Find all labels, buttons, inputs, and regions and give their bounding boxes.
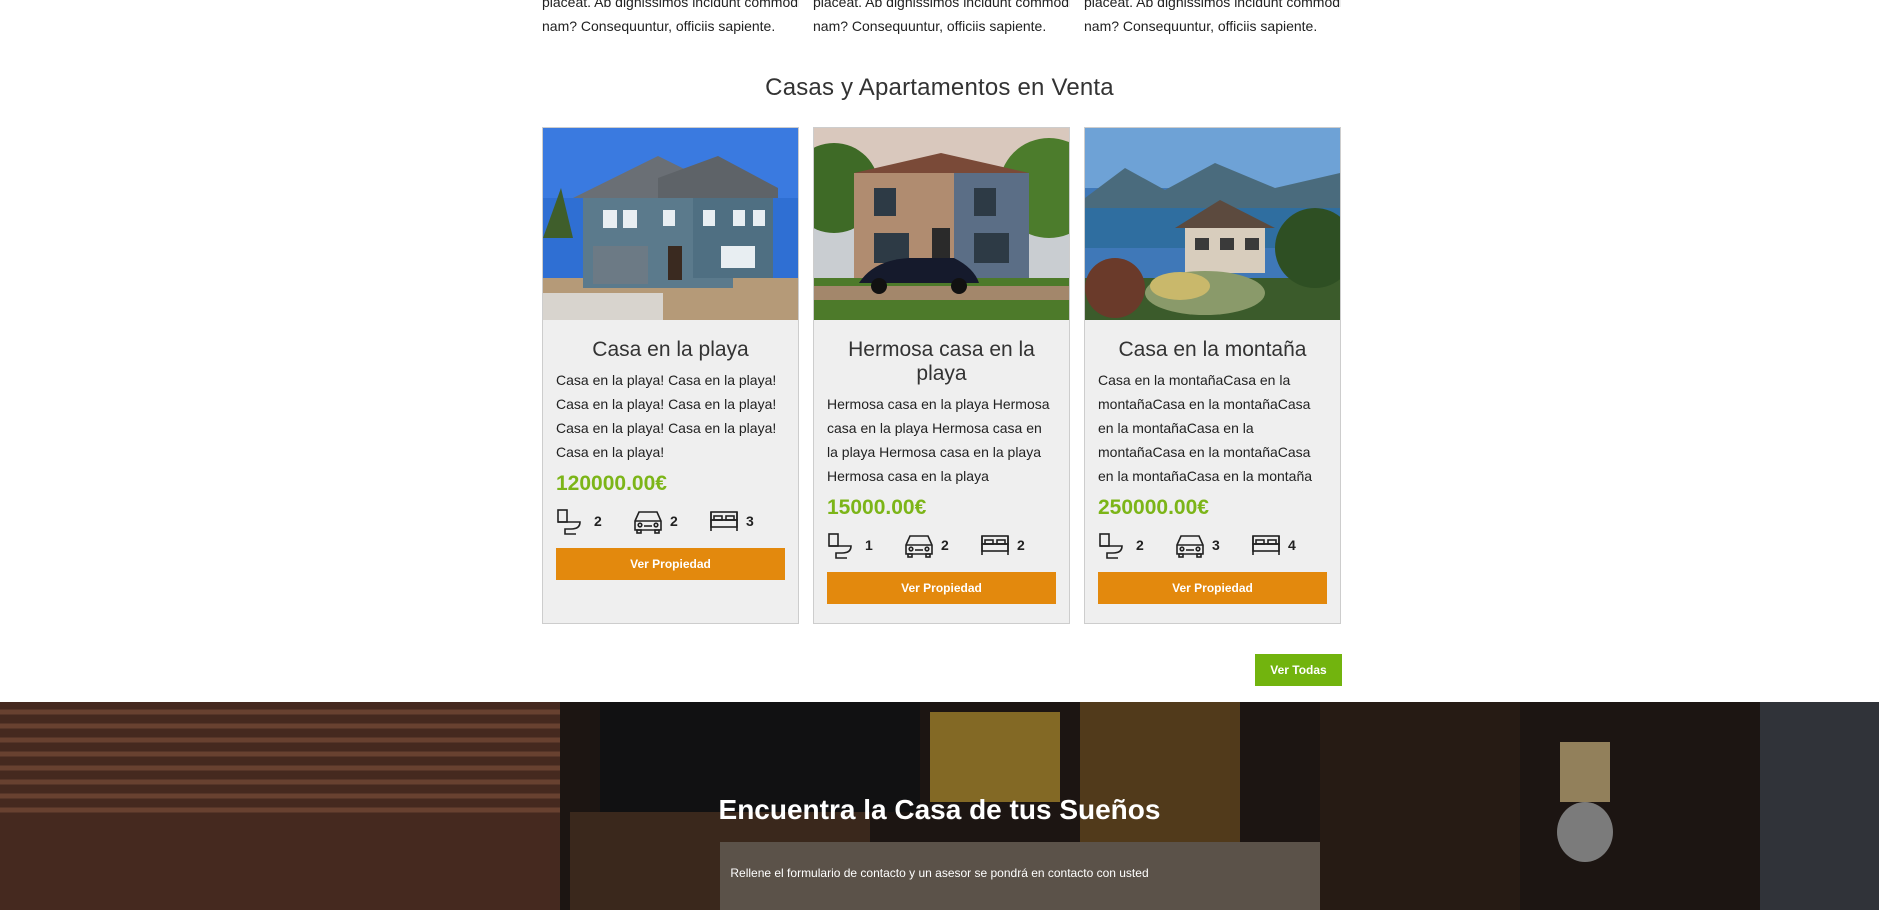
intro-text-line: placeat. Ab dignissimos incidunt commodi… xyxy=(813,0,1070,10)
section-title: Casas y Apartamentos en Venta xyxy=(765,74,1114,101)
amenity-value: 2 xyxy=(1136,537,1144,553)
property-card: Hermosa casa en la playa Hermosa casa en… xyxy=(813,127,1070,624)
amenity-bedrooms: 2 xyxy=(979,531,1055,559)
property-card: Casa en la montaña Casa en la montañaCas… xyxy=(1084,127,1341,624)
amenity-value: 2 xyxy=(1017,537,1025,553)
toilet-icon xyxy=(828,533,852,559)
amenity-bedrooms: 4 xyxy=(1250,531,1326,559)
intro-text-line: nam? Consequuntur, officiis sapiente. xyxy=(813,18,1047,34)
intro-columns: placeat. Ab dignissimos incidunt commodi… xyxy=(542,0,1342,38)
amenity-bathrooms: 2 xyxy=(556,507,632,535)
property-title: Casa en la montaña xyxy=(1118,338,1307,361)
intro-text-line: nam? Consequuntur, officiis sapiente. xyxy=(1084,18,1318,34)
property-list: Casa en la playa Casa en la playa! Casa … xyxy=(542,127,1341,624)
toilet-icon xyxy=(1099,533,1123,559)
contact-hero: Encuentra la Casa de tus Sueños Rellene … xyxy=(0,702,1879,910)
amenities: 2 3 4 xyxy=(1098,530,1327,560)
view-property-button[interactable]: Ver Propiedad xyxy=(1098,572,1327,604)
intro-column: placeat. Ab dignissimos incidunt commodi… xyxy=(813,0,1070,38)
hero-title: Encuentra la Casa de tus Sueños xyxy=(718,794,1161,825)
property-card: Casa en la playa Casa en la playa! Casa … xyxy=(542,127,799,624)
property-photo[interactable] xyxy=(1085,128,1340,320)
view-property-button[interactable]: Ver Propiedad xyxy=(556,548,785,580)
intro-text-line: nam? Consequuntur, officiis sapiente. xyxy=(542,18,776,34)
property-price: 250000.00€ xyxy=(1098,496,1209,519)
amenity-value: 2 xyxy=(594,513,602,529)
bed-icon xyxy=(710,511,738,531)
intro-text-line: placeat. Ab dignissimos incidunt commodi… xyxy=(542,0,799,10)
property-description: Hermosa casa en la playa Hermosa casa en… xyxy=(827,396,1050,484)
amenity-value: 4 xyxy=(1288,537,1296,553)
page: placeat. Ab dignissimos incidunt commodi… xyxy=(0,0,1879,910)
property-title: Hermosa casa en la playa xyxy=(848,338,1035,385)
property-description: Casa en la playa! Casa en la playa! Casa… xyxy=(556,372,777,460)
amenity-bedrooms: 3 xyxy=(708,507,784,535)
intro-text-line: placeat. Ab dignissimos incidunt commodi… xyxy=(1084,0,1341,10)
toilet-icon xyxy=(557,509,581,535)
intro-column: placeat. Ab dignissimos incidunt commodi… xyxy=(1084,0,1341,38)
property-description: Casa en la montañaCasa en la montañaCasa… xyxy=(1098,372,1313,484)
amenity-bathrooms: 2 xyxy=(1098,531,1174,559)
amenity-value: 1 xyxy=(865,537,873,553)
amenity-value: 2 xyxy=(941,537,949,553)
amenity-value: 3 xyxy=(746,513,754,529)
property-photo[interactable] xyxy=(543,128,798,320)
property-price: 15000.00€ xyxy=(827,496,927,519)
amenities: 1 2 2 xyxy=(827,530,1056,560)
bed-icon xyxy=(1252,535,1280,555)
amenity-value: 3 xyxy=(1212,537,1220,553)
view-property-button[interactable]: Ver Propiedad xyxy=(827,572,1056,604)
car-icon xyxy=(905,535,933,558)
bed-icon xyxy=(981,535,1009,555)
car-icon xyxy=(634,511,662,534)
amenity-parking: 3 xyxy=(1174,531,1250,559)
car-icon xyxy=(1176,535,1204,558)
view-all-button[interactable]: Ver Todas xyxy=(1255,654,1342,686)
hero-subtitle: Rellene el formulario de contacto y un a… xyxy=(730,866,1149,880)
intro-column: placeat. Ab dignissimos incidunt commodi… xyxy=(542,0,799,38)
property-title: Casa en la playa xyxy=(592,338,749,361)
amenity-bathrooms: 1 xyxy=(827,531,903,559)
amenity-parking: 2 xyxy=(632,507,708,535)
property-photo[interactable] xyxy=(814,128,1069,320)
amenity-value: 2 xyxy=(670,513,678,529)
property-price: 120000.00€ xyxy=(556,472,667,495)
amenities: 2 2 3 xyxy=(556,506,785,536)
amenity-parking: 2 xyxy=(903,531,979,559)
